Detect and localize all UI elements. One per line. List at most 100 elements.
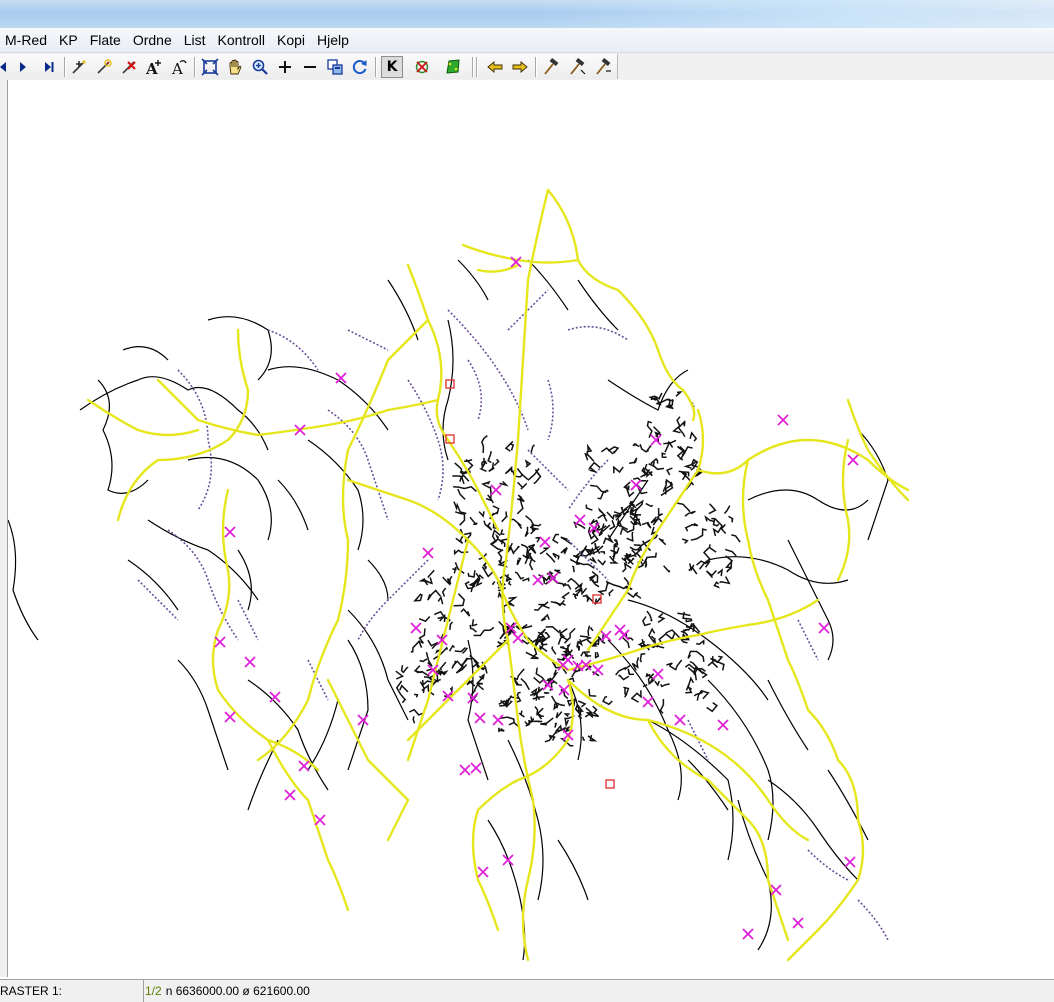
urban-street bbox=[632, 690, 641, 702]
refresh-icon[interactable] bbox=[349, 56, 371, 78]
arrow-right-icon[interactable] bbox=[509, 56, 531, 78]
x-marker[interactable] bbox=[793, 918, 803, 928]
x-marker[interactable] bbox=[460, 765, 470, 775]
x-marker[interactable] bbox=[675, 715, 685, 725]
copy-view-icon[interactable] bbox=[324, 56, 346, 78]
x-marker[interactable] bbox=[245, 657, 255, 667]
urban-street bbox=[664, 566, 670, 573]
zoom-in-icon[interactable] bbox=[249, 56, 271, 78]
zoom-extent-icon[interactable] bbox=[199, 56, 221, 78]
x-marker[interactable] bbox=[575, 515, 585, 525]
x-marker[interactable] bbox=[411, 623, 421, 633]
x-marker[interactable] bbox=[471, 763, 481, 773]
urban-street bbox=[596, 652, 599, 657]
x-marker[interactable] bbox=[215, 637, 225, 647]
menu-kopi[interactable]: Kopi bbox=[271, 28, 311, 52]
x-marker[interactable] bbox=[468, 693, 478, 703]
urban-street bbox=[590, 467, 597, 472]
urban-street bbox=[502, 512, 507, 522]
urban-street bbox=[519, 711, 524, 717]
x-marker[interactable] bbox=[493, 715, 503, 725]
markers-layer bbox=[215, 257, 858, 939]
target-icon[interactable] bbox=[411, 56, 433, 78]
x-marker[interactable] bbox=[845, 857, 855, 867]
x-marker[interactable] bbox=[503, 855, 513, 865]
x-marker[interactable] bbox=[513, 633, 523, 643]
x-marker[interactable] bbox=[299, 761, 309, 771]
x-marker[interactable] bbox=[315, 815, 325, 825]
urban-street bbox=[521, 679, 529, 690]
arrow-left-icon[interactable] bbox=[484, 56, 506, 78]
urban-street bbox=[427, 652, 433, 666]
plus-icon[interactable] bbox=[274, 56, 296, 78]
menu-kontroll[interactable]: Kontroll bbox=[212, 28, 271, 52]
urban-street bbox=[472, 619, 477, 626]
x-marker[interactable] bbox=[643, 697, 653, 707]
x-marker[interactable] bbox=[491, 485, 501, 495]
x-marker[interactable] bbox=[475, 713, 485, 723]
box-marker[interactable] bbox=[606, 780, 614, 788]
urban-street bbox=[572, 670, 581, 677]
urban-street bbox=[470, 517, 477, 524]
delete-point-icon[interactable] bbox=[118, 56, 140, 78]
x-marker[interactable] bbox=[631, 480, 641, 490]
edit-point-icon[interactable] bbox=[93, 56, 115, 78]
text-edit-icon[interactable]: A bbox=[168, 56, 190, 78]
x-marker[interactable] bbox=[478, 867, 488, 877]
menu-hjelp[interactable]: Hjelp bbox=[311, 28, 355, 52]
urban-street bbox=[572, 566, 574, 572]
urban-street bbox=[655, 681, 659, 685]
urban-street bbox=[555, 723, 557, 728]
last-icon[interactable] bbox=[38, 56, 60, 78]
urban-street bbox=[500, 717, 514, 723]
x-marker[interactable] bbox=[225, 527, 235, 537]
urban-street bbox=[484, 521, 492, 530]
x-marker[interactable] bbox=[718, 720, 728, 730]
x-marker[interactable] bbox=[540, 537, 550, 547]
x-marker[interactable] bbox=[423, 548, 433, 558]
urban-street bbox=[526, 516, 534, 528]
x-marker[interactable] bbox=[270, 692, 280, 702]
x-marker[interactable] bbox=[533, 575, 543, 585]
x-marker[interactable] bbox=[225, 712, 235, 722]
urban-street bbox=[689, 567, 697, 574]
map-canvas[interactable] bbox=[8, 80, 1054, 977]
x-marker[interactable] bbox=[819, 623, 829, 633]
x-marker[interactable] bbox=[653, 669, 663, 679]
map-drawing[interactable] bbox=[8, 80, 1054, 977]
urban-street bbox=[565, 714, 569, 717]
urban-street bbox=[462, 475, 469, 484]
box-marker[interactable] bbox=[446, 380, 454, 388]
menu-ordne[interactable]: Ordne bbox=[127, 28, 178, 52]
text-add-icon[interactable]: A bbox=[143, 56, 165, 78]
x-marker[interactable] bbox=[848, 455, 858, 465]
x-marker[interactable] bbox=[615, 625, 625, 635]
hammer2-icon[interactable] bbox=[566, 56, 588, 78]
canvas-left-border bbox=[0, 80, 8, 977]
urban-street bbox=[710, 544, 717, 552]
x-marker[interactable] bbox=[593, 665, 603, 675]
next-icon[interactable] bbox=[12, 56, 34, 78]
menu-list[interactable]: List bbox=[178, 28, 212, 52]
pan-icon[interactable] bbox=[224, 56, 246, 78]
urban-street bbox=[511, 519, 522, 528]
x-marker[interactable] bbox=[778, 415, 788, 425]
urban-street bbox=[677, 503, 689, 512]
polygon-fill-icon[interactable] bbox=[442, 56, 464, 78]
urban-street bbox=[629, 458, 637, 464]
x-marker[interactable] bbox=[743, 929, 753, 939]
menu-m-red[interactable]: M-Red bbox=[0, 28, 53, 52]
urban-street bbox=[509, 581, 511, 585]
hammer-icon[interactable] bbox=[540, 56, 562, 78]
hammer3-icon[interactable] bbox=[592, 56, 614, 78]
urban-street bbox=[676, 392, 681, 396]
urban-street bbox=[645, 553, 656, 563]
add-point-icon[interactable] bbox=[68, 56, 90, 78]
toolbar-separator bbox=[194, 57, 195, 77]
menu-kp[interactable]: KP bbox=[53, 28, 84, 52]
menu-flate[interactable]: Flate bbox=[84, 28, 127, 52]
minus-icon[interactable] bbox=[299, 56, 321, 78]
urban-street bbox=[707, 703, 717, 712]
k-icon[interactable]: K bbox=[381, 56, 403, 78]
x-marker[interactable] bbox=[285, 790, 295, 800]
